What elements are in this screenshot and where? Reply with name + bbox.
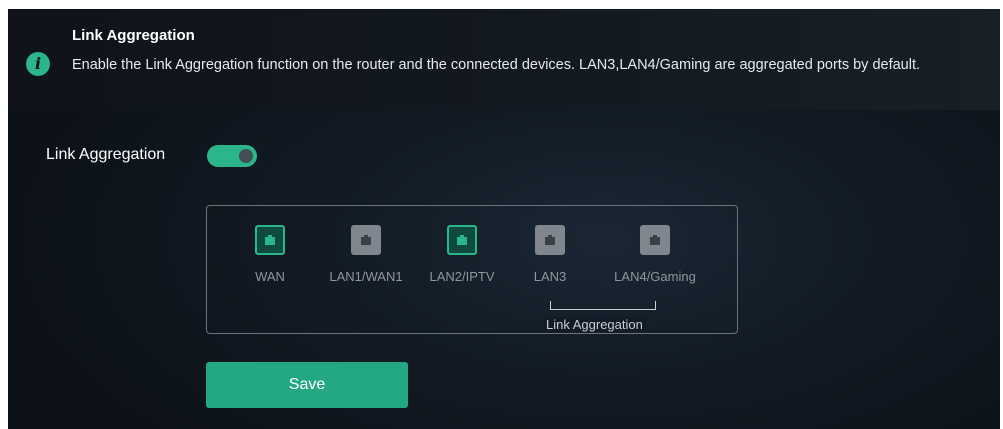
- info-icon: i: [26, 52, 50, 76]
- page-frame: i Link Aggregation Enable the Link Aggre…: [8, 9, 1000, 429]
- info-banner: i Link Aggregation Enable the Link Aggre…: [8, 9, 1000, 110]
- port-label-wan: WAN: [255, 269, 285, 284]
- toggle-knob: [239, 149, 253, 163]
- port-lan1-wan1[interactable]: LAN1/WAN1: [321, 225, 411, 284]
- banner-title: Link Aggregation: [72, 27, 195, 44]
- port-lan3[interactable]: LAN3: [505, 225, 595, 284]
- save-button[interactable]: Save: [206, 362, 408, 408]
- ethernet-port-icon: [535, 225, 565, 255]
- aggregation-label: Link Aggregation: [543, 317, 646, 332]
- link-aggregation-toggle-label: Link Aggregation: [46, 146, 166, 163]
- ethernet-port-icon: [640, 225, 670, 255]
- port-wan[interactable]: WAN: [225, 225, 315, 284]
- aggregation-bracket: [550, 301, 656, 310]
- ethernet-port-icon: [447, 225, 477, 255]
- banner-description: Enable the Link Aggregation function on …: [72, 57, 921, 73]
- ethernet-port-icon: [351, 225, 381, 255]
- ports-panel: WAN LAN1/WAN1 LAN2/IPTV LAN3 LAN4/Gaming: [206, 205, 738, 334]
- port-label-lan3: LAN3: [533, 269, 567, 284]
- port-label-lan2-iptv: LAN2/IPTV: [429, 269, 495, 284]
- port-lan2-iptv[interactable]: LAN2/IPTV: [417, 225, 507, 284]
- ethernet-port-icon: [255, 225, 285, 255]
- port-label-lan1-wan1: LAN1/WAN1: [329, 269, 403, 284]
- port-lan4-gaming[interactable]: LAN4/Gaming: [610, 225, 700, 284]
- port-label-lan4-gaming: LAN4/Gaming: [614, 269, 696, 284]
- link-aggregation-toggle[interactable]: [207, 145, 257, 167]
